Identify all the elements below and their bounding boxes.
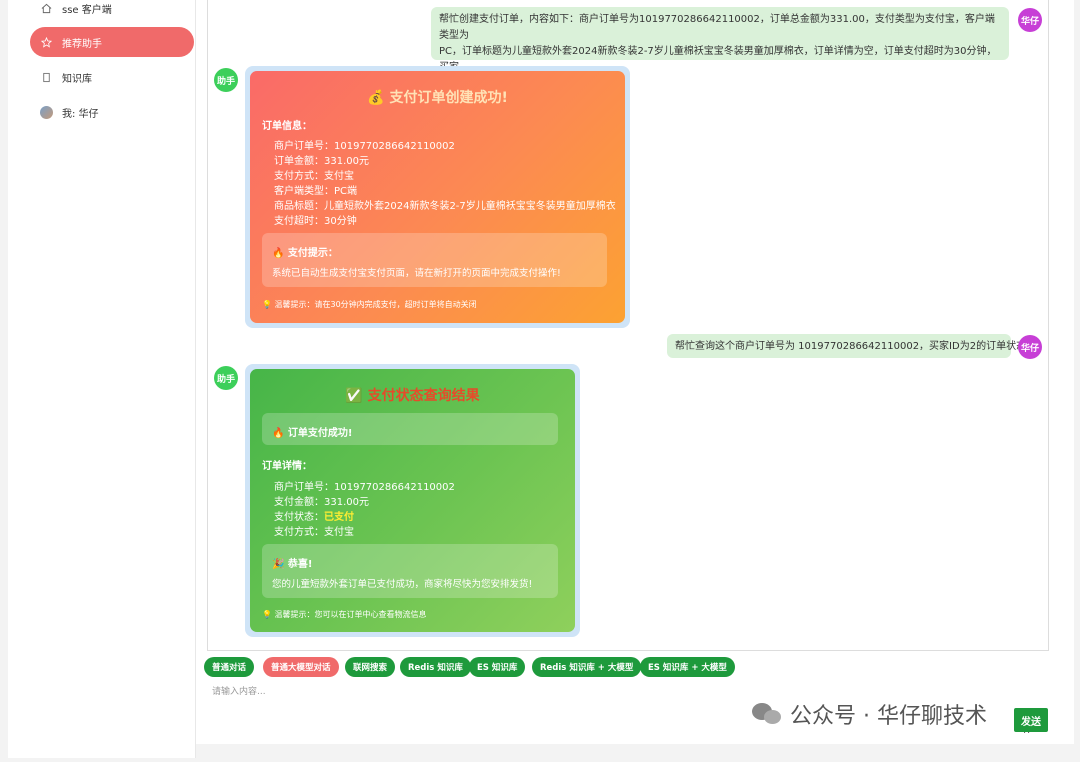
congrats-text: 您的儿童短款外套订单已支付成功，商家将尽快为您安排发货! bbox=[272, 579, 533, 590]
sidebar-item-recommend[interactable]: 推荐助手 bbox=[30, 27, 194, 57]
order-row: 支付超时：30分钟 bbox=[274, 216, 357, 227]
user-message: 帮忙创建支付订单，内容如下：商户订单号为1019770286642110002，… bbox=[431, 7, 1009, 89]
home-icon bbox=[40, 2, 52, 14]
message-line: 帮忙创建支付订单，内容如下：商户订单号为1019770286642110002，… bbox=[439, 14, 995, 41]
section-label: 订单详情： bbox=[262, 461, 312, 472]
mode-button-redis-kb[interactable]: Redis 知识库 bbox=[400, 657, 471, 677]
book-icon bbox=[40, 71, 52, 83]
chat-history[interactable]: 帮忙创建支付订单，内容如下：商户订单号为1019770286642110002，… bbox=[207, 0, 1049, 651]
sidebar-item-profile[interactable]: 我: 华仔 bbox=[30, 97, 194, 127]
success-text: 🔥 订单支付成功! bbox=[272, 428, 353, 439]
card-title: 💰 支付订单创建成功! bbox=[367, 90, 508, 106]
user-message: 帮忙查询这个商户订单号为 1019770286642110002，买家ID为2的… bbox=[667, 334, 1027, 358]
tip-heading: 🔥 支付提示： bbox=[272, 248, 338, 259]
assistant-avatar: 助手 bbox=[214, 68, 238, 92]
sidebar-item-label: sse 客户端 bbox=[62, 4, 112, 16]
mode-button-es-kb-llm[interactable]: ES 知识库 + 大模型 bbox=[640, 657, 735, 677]
tip-text: 系统已自动生成支付宝支付页面，请在新打开的页面中完成支付操作! bbox=[272, 268, 561, 279]
order-row: 支付方式：支付宝 bbox=[274, 171, 354, 182]
order-row: 商户订单号：1019770286642110002 bbox=[274, 141, 455, 152]
order-row: 客户端类型：PC端 bbox=[274, 186, 358, 197]
user-avatar: 华仔 bbox=[1018, 335, 1042, 359]
send-button[interactable]: 发送 bbox=[1014, 708, 1048, 732]
status-value: 已支付 bbox=[324, 512, 354, 523]
card-footer-note: 💡 温馨提示：您可以在订单中心查看物流信息 bbox=[262, 610, 427, 619]
section-label: 订单信息： bbox=[262, 121, 312, 132]
mode-button-web-search[interactable]: 联网搜索 bbox=[345, 657, 396, 677]
order-created-card: 💰 支付订单创建成功! 订单信息： 商户订单号：1019770286642110… bbox=[250, 71, 625, 323]
star-icon bbox=[40, 36, 52, 48]
main-panel: 帮忙创建支付订单，内容如下：商户订单号为1019770286642110002，… bbox=[196, 0, 1074, 744]
assistant-avatar: 助手 bbox=[214, 366, 238, 390]
congrats-heading: 🎉 恭喜! bbox=[272, 559, 313, 570]
sidebar-item-label: 推荐助手 bbox=[62, 38, 102, 50]
detail-row: 商户订单号：1019770286642110002 bbox=[274, 482, 455, 493]
wechat-logo-icon bbox=[752, 701, 782, 727]
detail-row: 支付方式：支付宝 bbox=[274, 527, 354, 538]
payment-status-card: ✅ 支付状态查询结果 🔥 订单支付成功! 订单详情： 商户订单号：1019770… bbox=[250, 369, 575, 632]
detail-row: 支付金额：331.00元 bbox=[274, 497, 369, 508]
user-avatar: 华仔 bbox=[1018, 8, 1042, 32]
payment-tip-box: 🔥 支付提示： 系统已自动生成支付宝支付页面，请在新打开的页面中完成支付操作! bbox=[262, 233, 607, 287]
status-label: 支付状态： bbox=[274, 512, 324, 523]
mode-button-es-kb[interactable]: ES 知识库 bbox=[469, 657, 526, 677]
sidebar-item-label: 我: 华仔 bbox=[62, 108, 99, 120]
detail-row: 支付状态：已支付 bbox=[274, 508, 354, 523]
sidebar-item-label: 知识库 bbox=[62, 73, 92, 85]
mode-button-llm-chat[interactable]: 普通大模型对话 bbox=[263, 657, 339, 677]
order-created-card-wrapper: 💰 支付订单创建成功! 订单信息： 商户订单号：1019770286642110… bbox=[245, 66, 630, 328]
order-row: 商品标题：儿童短款外套2024新款冬装2-7岁儿童棉袄宝宝冬装男童加厚棉衣 bbox=[274, 201, 616, 212]
user-avatar-icon bbox=[40, 105, 53, 119]
payment-status-card-wrapper: ✅ 支付状态查询结果 🔥 订单支付成功! 订单详情： 商户订单号：1019770… bbox=[245, 364, 580, 637]
message-line: 帮忙查询这个商户订单号为 1019770286642110002，买家ID为2的… bbox=[675, 341, 1027, 352]
mode-button-normal-chat[interactable]: 普通对话 bbox=[204, 657, 255, 677]
congrats-box: 🎉 恭喜! 您的儿童短款外套订单已支付成功，商家将尽快为您安排发货! bbox=[262, 544, 558, 598]
mode-button-redis-kb-llm[interactable]: Redis 知识库 + 大模型 bbox=[532, 657, 642, 677]
payment-success-box: 🔥 订单支付成功! bbox=[262, 413, 558, 445]
sidebar-item-knowledge[interactable]: 知识库 bbox=[30, 62, 194, 92]
sidebar: sse 客户端 推荐助手 知识库 我: 华仔 bbox=[8, 0, 196, 758]
sidebar-item-sse-client[interactable]: sse 客户端 bbox=[30, 0, 194, 23]
card-title: ✅ 支付状态查询结果 bbox=[345, 388, 480, 404]
card-footer-note: 💡 温馨提示：请在30分钟内完成支付，超时订单将自动关闭 bbox=[262, 300, 477, 309]
watermark: 公众号 · 华仔聊技术 bbox=[752, 698, 987, 730]
watermark-text: 公众号 · 华仔聊技术 bbox=[790, 704, 987, 729]
order-row: 订单金额：331.00元 bbox=[274, 156, 369, 167]
